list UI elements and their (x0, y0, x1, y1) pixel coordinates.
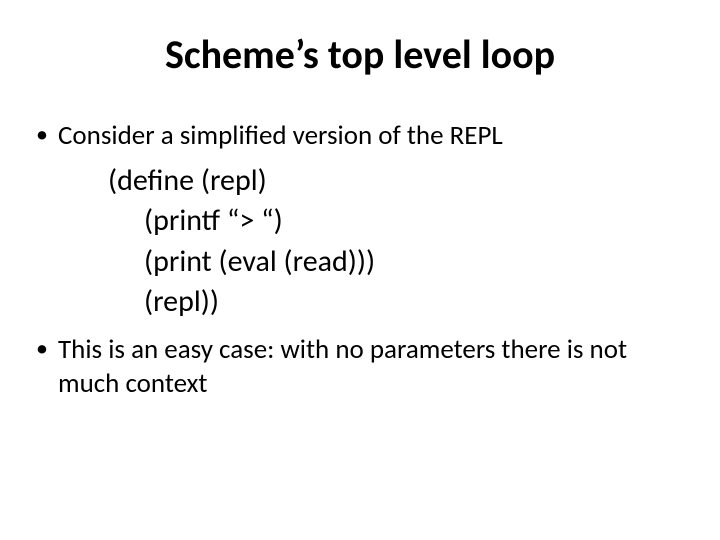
bullet-text-1: Consider a simplified version of the REP… (58, 119, 503, 152)
code-line-4: (repl)) (108, 282, 690, 323)
bullet-list-2: This is an easy case: with no parameters… (30, 333, 690, 401)
code-line-1: (define (repl) (108, 161, 690, 202)
bullet-list: Consider a simplified version of the REP… (30, 119, 690, 153)
code-line-2: (printf “> “) (108, 201, 690, 242)
slide: Scheme’s top level loop Consider a simpl… (0, 0, 720, 540)
bullet-text-2: This is an easy case: with no parameters… (58, 333, 627, 400)
bullet-item-1: Consider a simplified version of the REP… (30, 119, 690, 153)
bullet-item-2: This is an easy case: with no parameters… (30, 333, 690, 401)
code-line-3: (print (eval (read))) (108, 242, 690, 283)
slide-title: Scheme’s top level loop (30, 30, 690, 79)
code-block: (define (repl) (printf “> “) (print (eva… (108, 161, 690, 323)
